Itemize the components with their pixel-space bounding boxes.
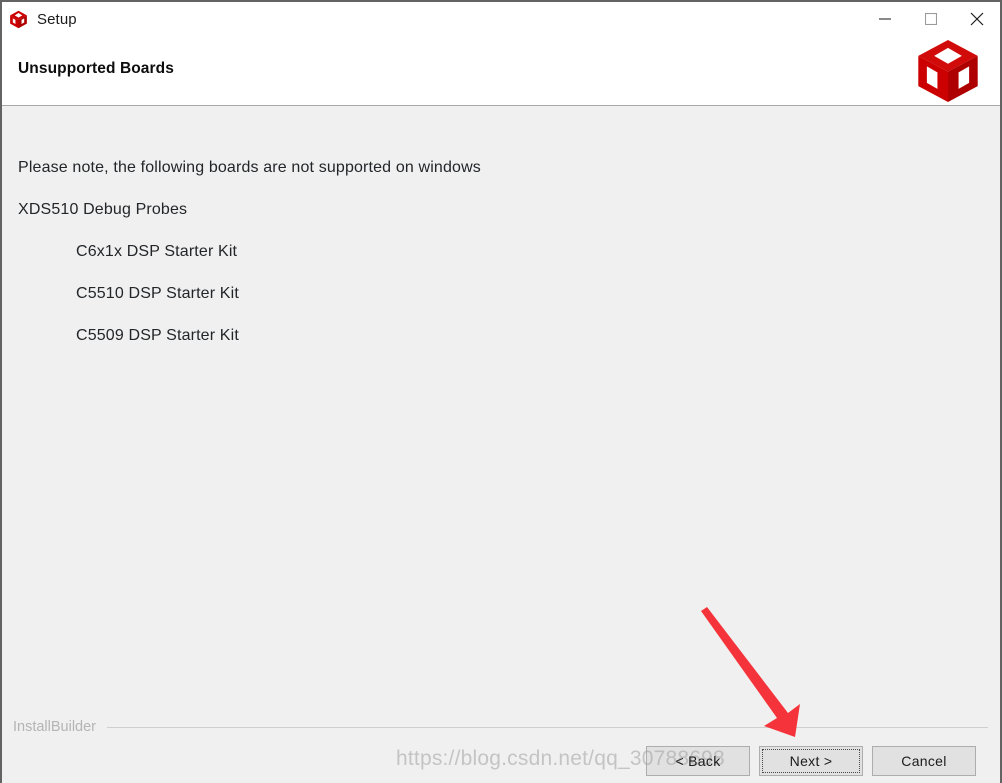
next-button[interactable]: Next > [759,746,863,776]
footer: InstallBuilder < Back Next > Cancel [2,705,1000,783]
content-line-item-2: C5510 DSP Starter Kit [76,285,239,302]
setup-window: Setup Unsupported Boards Please note, th… [0,0,1002,783]
dialog-button-bar: < Back Next > Cancel [646,746,976,776]
content-area: Please note, the following boards are no… [2,107,1000,705]
footer-brand-row: InstallBuilder [2,715,1000,739]
window-title: Setup [37,10,77,28]
installbuilder-cube-logo [904,36,992,105]
content-line-item-3: C5509 DSP Starter Kit [76,327,239,344]
content-line-note: Please note, the following boards are no… [18,159,481,176]
page-title: Unsupported Boards [18,60,174,77]
footer-divider [107,726,988,728]
content-line-group: XDS510 Debug Probes [18,201,188,218]
maximize-icon[interactable] [908,2,954,36]
content-line-item-1: C6x1x DSP Starter Kit [76,243,238,260]
cancel-button[interactable]: Cancel [872,746,976,776]
close-icon[interactable] [954,2,1000,36]
title-bar: Setup [2,2,1000,36]
back-button-label: < Back [675,753,721,769]
window-controls [862,2,1000,36]
next-button-label: Next > [789,753,833,769]
minimize-icon[interactable] [862,2,908,36]
installbuilder-brand-label: InstallBuilder [13,719,97,735]
page-header: Unsupported Boards [2,36,1000,106]
cube-logo-icon [9,10,28,29]
back-button[interactable]: < Back [646,746,750,776]
cancel-button-label: Cancel [901,753,947,769]
